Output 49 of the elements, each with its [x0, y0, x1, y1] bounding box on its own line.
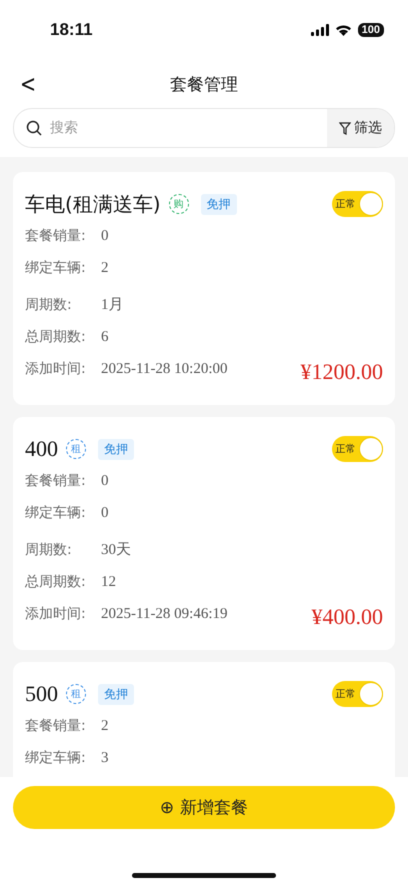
field-label: 总周期数:: [25, 573, 87, 592]
field-value: 2025-11-28 10:20:00: [101, 360, 228, 379]
page-title: 套餐管理: [170, 74, 238, 96]
battery-level: 100: [358, 23, 384, 37]
field-value: 2: [101, 259, 108, 278]
search-field[interactable]: 搜索 筛选: [13, 108, 395, 148]
type-badge: 租: [66, 684, 86, 704]
filter-button[interactable]: 筛选: [327, 109, 394, 147]
deposit-tag: 免押: [98, 438, 134, 460]
status-toggle[interactable]: 正常: [332, 191, 383, 217]
field-label: 套餐销量:: [25, 227, 87, 246]
field-label: 添加时间:: [25, 360, 87, 379]
field-label: 套餐销量:: [25, 717, 87, 736]
field-value: 2: [101, 717, 108, 736]
field-value: 2025-11-28 09:46:19: [101, 605, 228, 624]
package-name: 500: [25, 681, 58, 707]
price: ¥1200.00: [300, 359, 383, 385]
deposit-tag: 免押: [98, 684, 134, 704]
status-toggle[interactable]: 正常: [332, 436, 383, 462]
back-button[interactable]: <: [16, 70, 40, 98]
field-label: 绑定车辆:: [25, 504, 87, 523]
type-badge: 租: [66, 439, 86, 459]
package-name: 车电(租满送车): [25, 190, 161, 218]
field-value: 0: [101, 504, 108, 523]
deposit-tag: 免押: [200, 194, 237, 214]
filter-icon: [339, 122, 351, 134]
type-badge: 购: [168, 194, 189, 214]
field-label: 绑定车辆:: [25, 259, 87, 278]
add-package-button[interactable]: ⊕ 新增套餐: [13, 786, 395, 829]
field-label: 绑定车辆:: [25, 749, 87, 768]
field-value: 12: [101, 573, 116, 592]
field-value: 1月: [101, 296, 124, 315]
field-label: 周期数:: [25, 296, 73, 315]
field-value: 0: [101, 227, 108, 246]
price: ¥400.00: [312, 604, 383, 630]
field-label: 套餐销量:: [25, 472, 87, 491]
package-name: 400: [25, 436, 58, 462]
field-label: 周期数:: [25, 541, 73, 560]
wifi-icon: [334, 24, 352, 36]
signal-icon: [310, 24, 329, 36]
field-label: 添加时间:: [25, 605, 87, 624]
search-icon: [26, 120, 42, 136]
field-value: 30天: [101, 541, 131, 560]
field-value: 3: [101, 749, 108, 768]
field-value: 0: [101, 472, 108, 491]
field-value: 6: [101, 328, 108, 347]
field-label: 总周期数:: [25, 328, 87, 347]
status-time: 18:11: [50, 20, 93, 40]
status-toggle[interactable]: 正常: [332, 681, 383, 707]
